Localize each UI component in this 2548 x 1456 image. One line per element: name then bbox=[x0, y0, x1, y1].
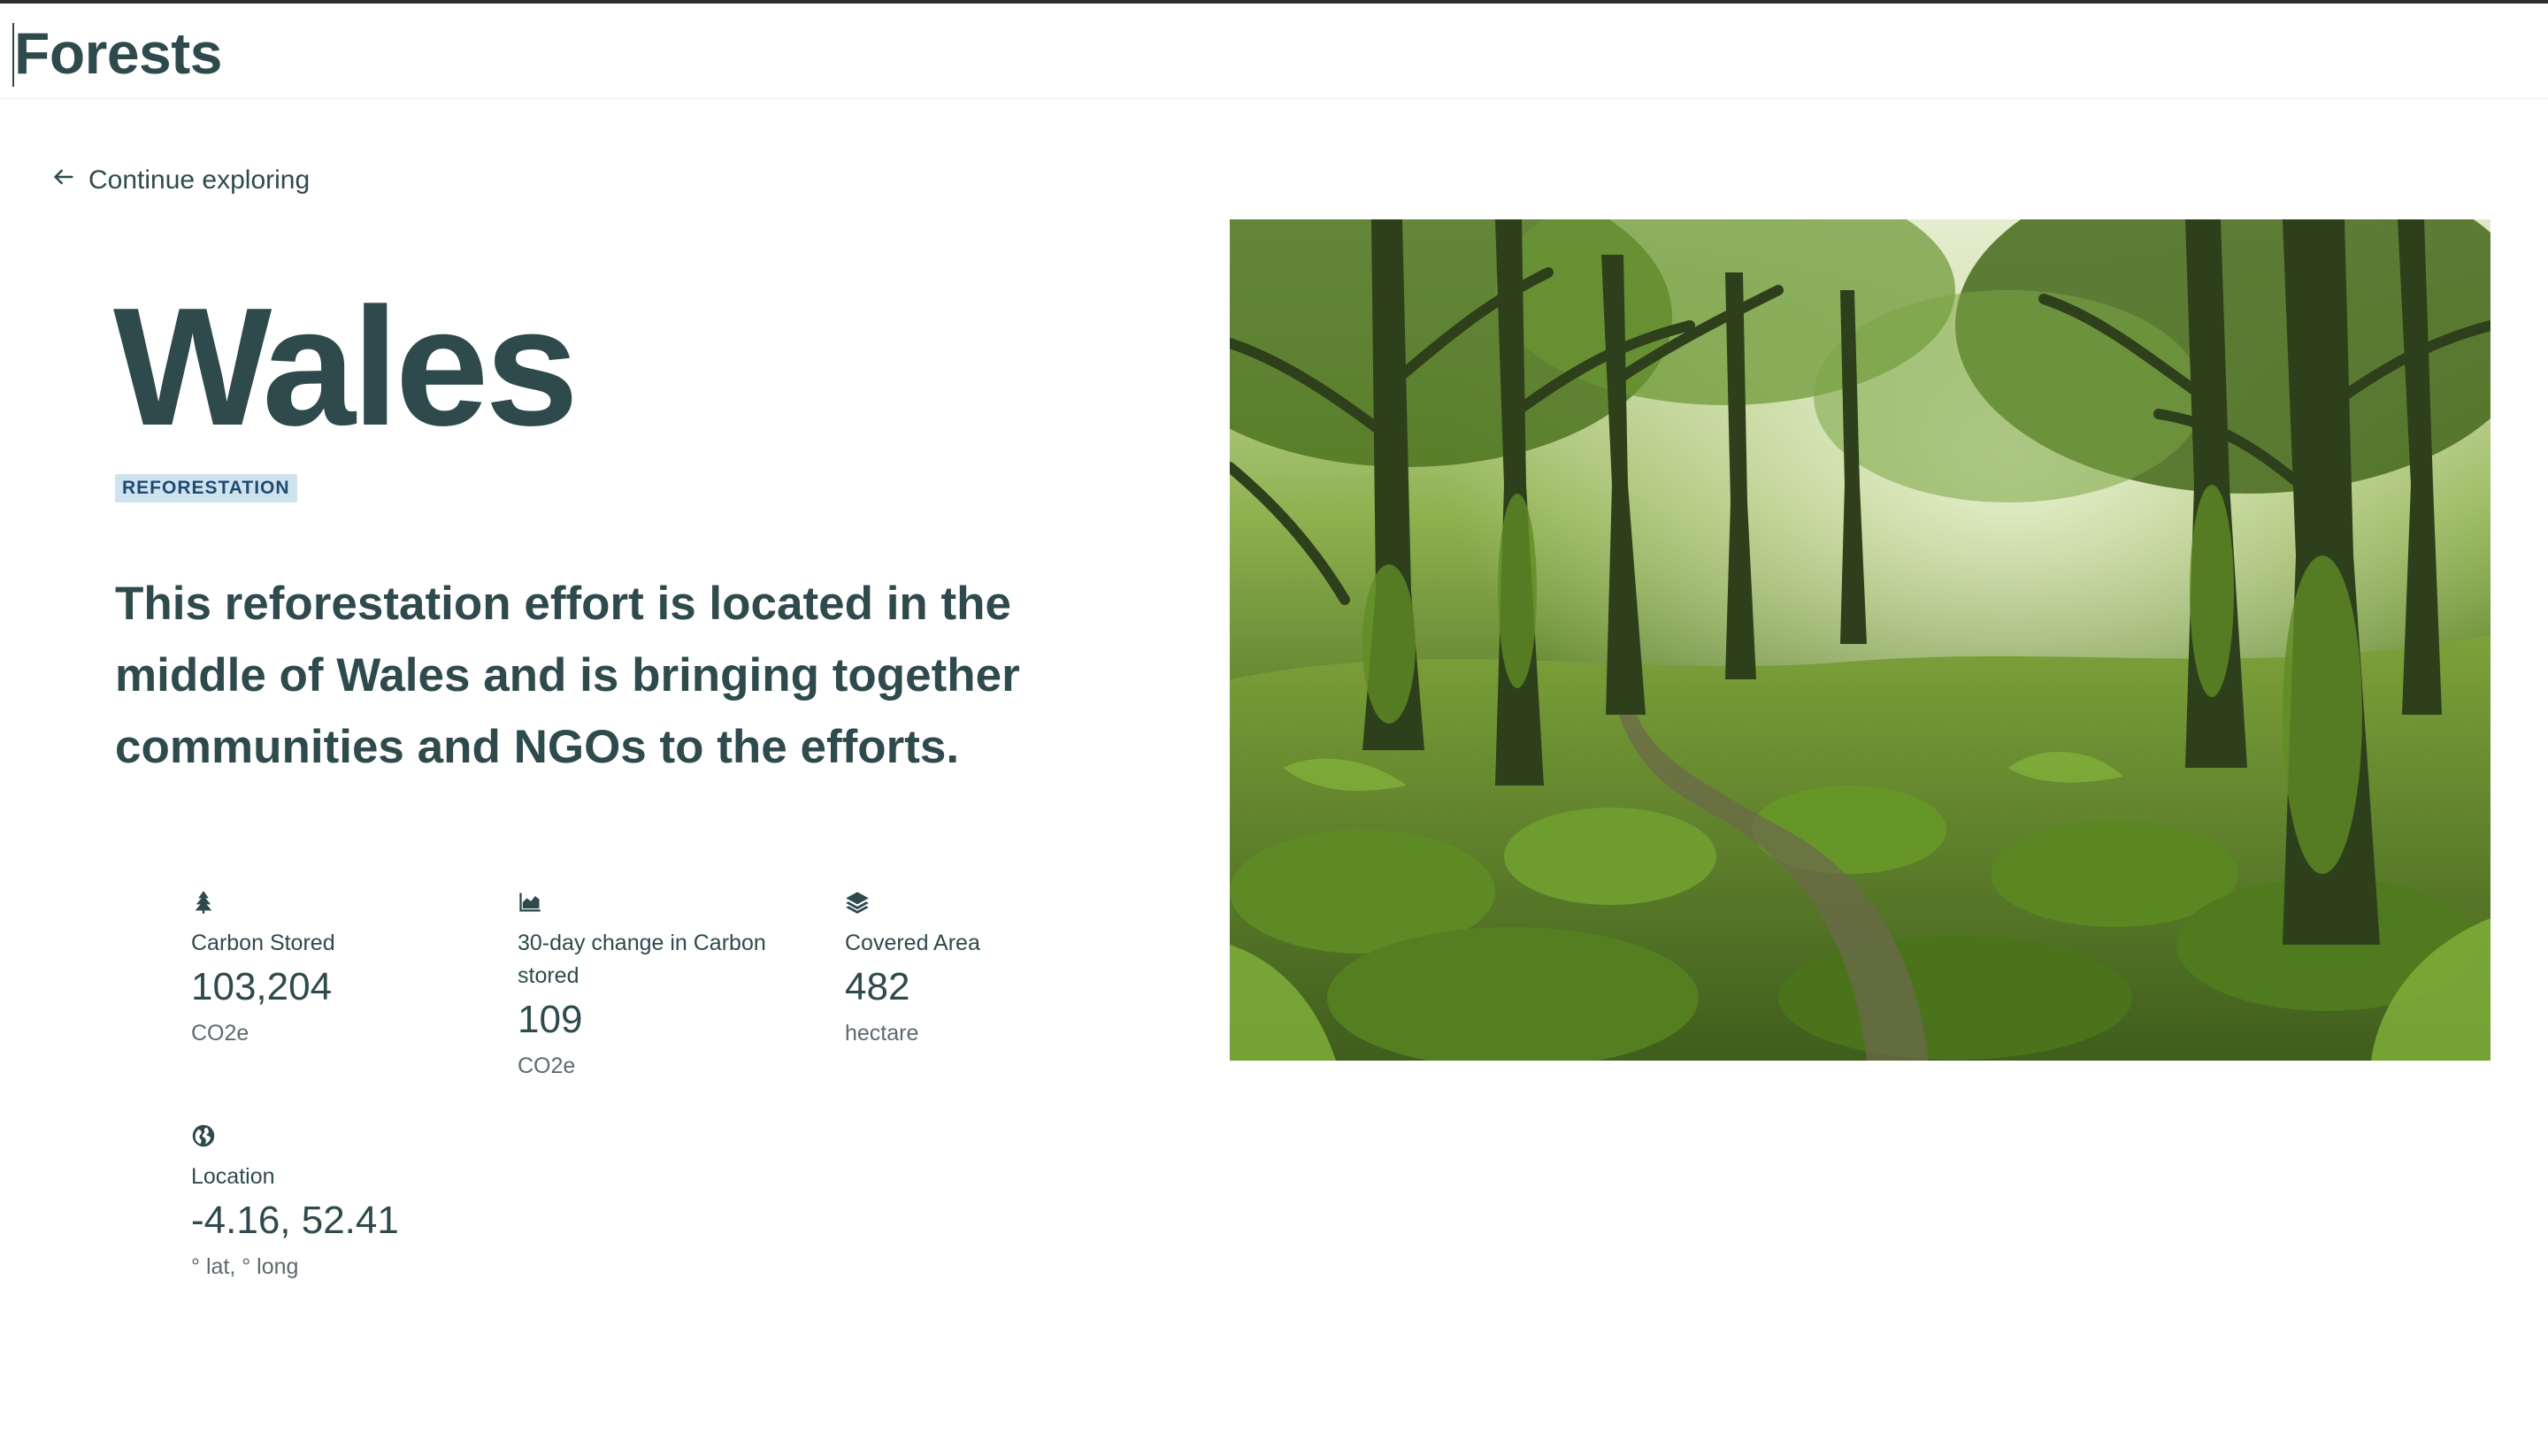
stat-carbon-stored: Carbon Stored 103,204 CO2e bbox=[191, 890, 483, 1050]
stat-value: 482 bbox=[845, 965, 910, 1008]
project-description: This reforestation effort is located in … bbox=[115, 578, 1020, 773]
stat-unit: ° lat, ° long bbox=[191, 1254, 299, 1279]
forest-photo bbox=[1230, 219, 2490, 1061]
globe-icon bbox=[191, 1123, 216, 1148]
stat-value: -4.16, 52.41 bbox=[191, 1199, 399, 1242]
stat-covered-area: Covered Area 482 hectare bbox=[845, 890, 1137, 1050]
tree-icon bbox=[191, 890, 216, 915]
continue-exploring-link[interactable]: Continue exploring bbox=[51, 165, 310, 196]
stat-unit: CO2e bbox=[518, 1054, 576, 1078]
area-chart-icon bbox=[518, 890, 542, 915]
stat-30-day-change: 30-day change in Carbon stored 109 CO2e bbox=[518, 890, 783, 1083]
category-badge: REFORESTATION bbox=[115, 474, 297, 502]
stat-label: Covered Area bbox=[845, 931, 980, 955]
stat-value: 103,204 bbox=[191, 965, 333, 1008]
stat-unit: hectare bbox=[845, 1021, 919, 1046]
app-title: Forests bbox=[14, 20, 222, 86]
arrow-left-icon bbox=[51, 165, 76, 196]
top-bar: Forests bbox=[0, 0, 2548, 99]
stat-value: 109 bbox=[518, 998, 583, 1041]
stat-label: Carbon Stored bbox=[191, 931, 335, 955]
continue-exploring-label: Continue exploring bbox=[88, 165, 311, 195]
stat-label: 30-day change in Carbon stored bbox=[518, 931, 766, 988]
stat-unit: CO2e bbox=[191, 1021, 249, 1046]
layers-icon bbox=[845, 890, 870, 915]
stat-label: Location bbox=[191, 1164, 275, 1189]
stat-location: Location -4.16, 52.41 ° lat, ° long bbox=[191, 1123, 483, 1284]
project-title: Wales bbox=[113, 273, 579, 461]
